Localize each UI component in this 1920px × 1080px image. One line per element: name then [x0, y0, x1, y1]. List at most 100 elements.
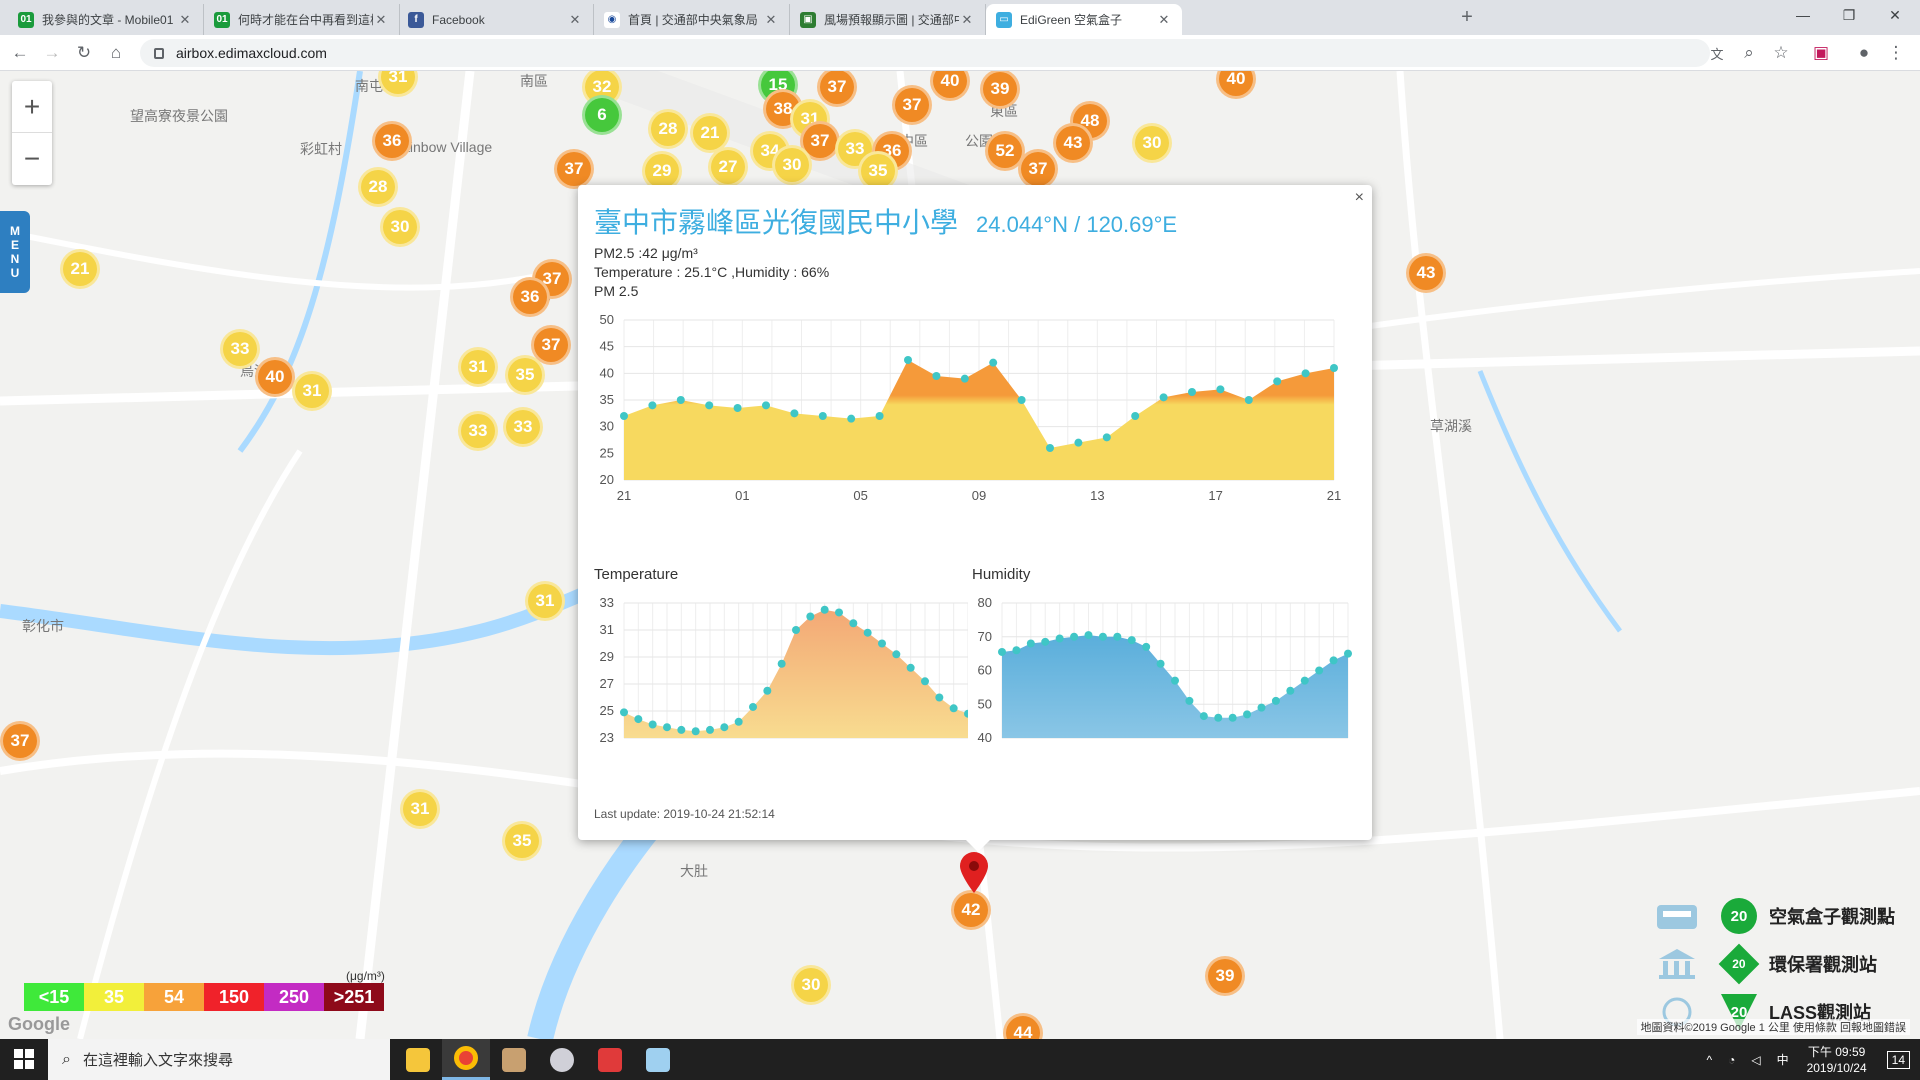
minimize-button[interactable]: —: [1780, 0, 1826, 30]
tab-close-icon[interactable]: ✕: [763, 12, 779, 28]
browser-tab[interactable]: 01 何時才能在台中再看到這樣的藍天✕: [204, 4, 400, 35]
station-marker[interactable]: 43: [1053, 123, 1093, 163]
data-point: [1102, 433, 1111, 442]
tray-chevron-icon[interactable]: ^: [1706, 1053, 1712, 1067]
data-point: [1286, 686, 1295, 695]
menu-button[interactable]: MENU: [0, 211, 30, 293]
popup-close-button[interactable]: ×: [1355, 189, 1364, 207]
zoom-in-button[interactable]: +: [12, 81, 52, 133]
data-point: [1084, 631, 1093, 640]
data-point: [1273, 377, 1282, 386]
new-tab-button[interactable]: +: [1455, 6, 1479, 29]
tab-close-icon[interactable]: ✕: [567, 12, 583, 28]
station-marker[interactable]: 35: [505, 355, 545, 395]
close-window-button[interactable]: ✕: [1872, 0, 1918, 30]
file-explorer-icon[interactable]: [394, 1039, 442, 1080]
app-taskbar-icon-2[interactable]: [538, 1039, 586, 1080]
station-marker[interactable]: 31: [458, 347, 498, 387]
station-marker[interactable]: 28: [648, 109, 688, 149]
location-pin-icon[interactable]: [958, 851, 990, 895]
map-attribution[interactable]: 地圖資料©2019 Google 1 公里 使用條款 回報地圖錯誤: [1636, 1019, 1910, 1035]
station-marker[interactable]: 28: [358, 167, 398, 207]
tab-close-icon[interactable]: ✕: [177, 12, 193, 28]
network-icon[interactable]: ◔: [1728, 1053, 1735, 1067]
station-marker[interactable]: 35: [502, 821, 542, 861]
tab-close-icon[interactable]: ✕: [373, 12, 389, 28]
back-arrow-icon[interactable]: ←: [8, 41, 32, 65]
browser-tab[interactable]: ▣ 風場預報顯示圖 | 交通部中央氣象局✕: [790, 4, 986, 35]
browser-tab[interactable]: 01 我參與的文章 - Mobile01 ✕: [8, 4, 204, 35]
app-taskbar-icon-4[interactable]: [634, 1039, 682, 1080]
browser-tab[interactable]: ◉ 首頁 | 交通部中央氣象局 ✕: [594, 4, 790, 35]
station-marker[interactable]: 42: [951, 890, 991, 930]
data-point: [763, 686, 772, 695]
station-marker[interactable]: 36: [510, 277, 550, 317]
map-canvas[interactable]: 望高寮夜景公園南屯彩虹村Rainbow Village台中市中區東區公園彰化市霧…: [0, 71, 1920, 1039]
station-marker[interactable]: 33: [220, 329, 260, 369]
station-marker[interactable]: 37: [554, 149, 594, 189]
data-point: [906, 663, 915, 672]
station-marker[interactable]: 30: [791, 965, 831, 1005]
station-marker[interactable]: 43: [1406, 253, 1446, 293]
station-marker[interactable]: 39: [1205, 956, 1245, 996]
volume-icon[interactable]: ◁: [1751, 1053, 1760, 1067]
station-marker[interactable]: 21: [60, 249, 100, 289]
station-marker[interactable]: 37: [892, 85, 932, 125]
series-area: [624, 360, 1334, 480]
station-marker[interactable]: 31: [400, 789, 440, 829]
station-marker[interactable]: 6: [582, 95, 622, 135]
source-badge-value: 20: [1732, 957, 1746, 971]
home-icon[interactable]: ⌂: [104, 41, 128, 65]
ime-indicator[interactable]: 中: [1777, 1051, 1789, 1068]
windows-start-icon[interactable]: [14, 1049, 34, 1069]
taskbar-search[interactable]: ⌕ 在這裡輸入文字來搜尋: [48, 1039, 390, 1080]
app-taskbar-icon-1[interactable]: [490, 1039, 538, 1080]
restore-button[interactable]: ❐: [1826, 0, 1872, 30]
taskbar-clock[interactable]: 下午 09:59 2019/10/24: [1807, 1044, 1867, 1076]
chrome-menu-icon[interactable]: ⋮: [1884, 41, 1908, 65]
y-tick-label: 70: [978, 629, 992, 644]
y-tick-label: 25: [600, 445, 614, 460]
data-point: [1171, 676, 1179, 685]
address-bar[interactable]: airbox.edimaxcloud.com: [140, 39, 1710, 67]
station-marker[interactable]: 36: [372, 121, 412, 161]
station-marker[interactable]: 31: [525, 581, 565, 621]
station-marker[interactable]: 40: [255, 357, 295, 397]
zoom-icon[interactable]: ⌕: [1737, 41, 1761, 65]
notification-icon[interactable]: 14: [1886, 1050, 1910, 1069]
bookmark-star-icon[interactable]: ☆: [1769, 41, 1793, 65]
profile-icon[interactable]: ●: [1852, 41, 1876, 65]
x-tick-label: 17: [1208, 488, 1222, 503]
data-point: [1216, 385, 1225, 394]
browser-toolbar: ← → ↻ ⌂ airbox.edimaxcloud.com 文 ⌕ ☆ ▣ ●…: [0, 35, 1920, 71]
data-point: [1159, 393, 1168, 402]
data-point: [847, 414, 856, 423]
reload-icon[interactable]: ↻: [72, 41, 96, 65]
data-point: [949, 704, 958, 713]
station-marker[interactable]: 37: [1018, 149, 1058, 189]
source-legend-label: 環保署觀測站: [1769, 955, 1877, 975]
browser-tab-strip: 01我參與的文章 - Mobile01✕01何時才能在台中再看到這樣的藍天✕fF…: [0, 0, 1920, 35]
station-marker[interactable]: 33: [503, 407, 543, 447]
humidity-chart: 40 50 60 70 80: [978, 595, 1352, 745]
station-marker[interactable]: 31: [292, 371, 332, 411]
forward-arrow-icon[interactable]: →: [40, 41, 64, 65]
source-legend-item: 20 空氣盒子觀測點: [1655, 896, 1920, 936]
zoom-out-button[interactable]: −: [12, 133, 52, 185]
station-marker[interactable]: 30: [1132, 123, 1172, 163]
station-info-popup: × 臺中市霧峰區光復國民中小學 24.044°N / 120.69°E PM2.5…: [578, 185, 1372, 852]
data-point: [1199, 712, 1208, 721]
app-taskbar-icon-3[interactable]: [586, 1039, 634, 1080]
station-marker[interactable]: 30: [772, 145, 812, 185]
tab-close-icon[interactable]: ✕: [959, 12, 975, 28]
station-marker[interactable]: 27: [708, 147, 748, 187]
extension-icon[interactable]: ▣: [1809, 41, 1833, 65]
browser-tab[interactable]: f Facebook ✕: [398, 4, 594, 35]
browser-tab[interactable]: ▭ EdiGreen 空氣盒子 ✕: [986, 4, 1182, 35]
tab-close-icon[interactable]: ✕: [1156, 12, 1172, 28]
station-marker[interactable]: 37: [0, 721, 40, 761]
station-marker[interactable]: 33: [458, 411, 498, 451]
translate-icon[interactable]: 文: [1705, 41, 1729, 65]
chrome-taskbar-icon[interactable]: [442, 1039, 490, 1080]
station-marker[interactable]: 30: [380, 207, 420, 247]
